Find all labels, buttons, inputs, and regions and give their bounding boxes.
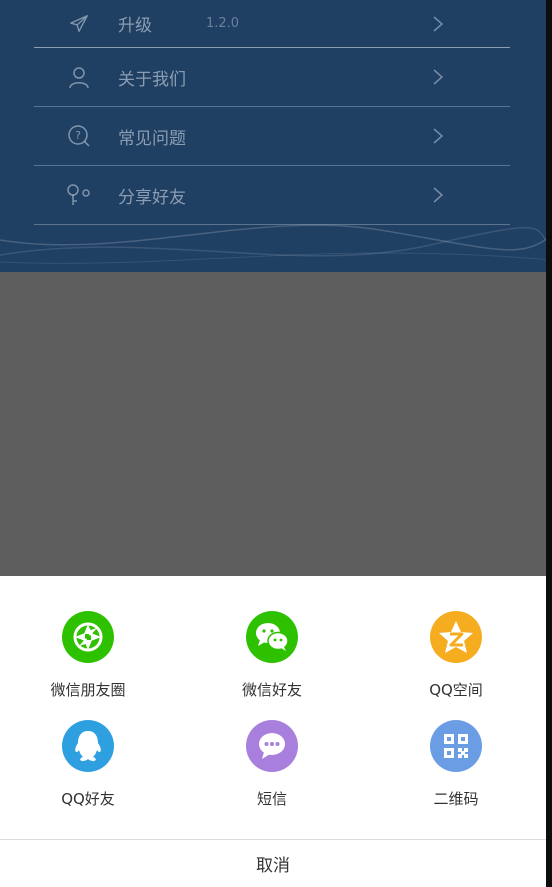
menu-item-about[interactable]: 关于我们 xyxy=(34,48,510,107)
chevron-right-icon xyxy=(433,128,444,144)
menu-item-share[interactable]: 分享好友 xyxy=(34,166,510,225)
cancel-button[interactable]: 取消 xyxy=(0,840,546,887)
question-icon: ? xyxy=(66,123,92,149)
menu-item-faq[interactable]: ? 常见问题 xyxy=(34,107,510,166)
svg-text:?: ? xyxy=(75,129,81,142)
sms-icon xyxy=(246,720,298,772)
share-item-wechat[interactable]: 微信好友 xyxy=(212,611,332,700)
menu-item-label: 分享好友 xyxy=(118,187,186,208)
share-item-label: 短信 xyxy=(256,790,287,808)
share-item-qrcode[interactable]: 二维码 xyxy=(396,720,516,809)
share-item-label: 二维码 xyxy=(433,790,479,808)
settings-menu: 升级 1.2.0 关于我们 ? 常见问题 分享好友 xyxy=(34,0,510,225)
chevron-right-icon xyxy=(433,69,444,85)
share-item-moments[interactable]: 微信朋友圈 xyxy=(28,611,148,700)
qrcode-icon xyxy=(430,720,482,772)
qq-icon xyxy=(62,720,114,772)
share-item-label: QQ好友 xyxy=(61,790,115,808)
share-item-qq[interactable]: QQ好友 xyxy=(28,720,148,809)
dim-overlay[interactable] xyxy=(0,272,552,576)
share-sheet: 微信朋友圈 微信好友 QQ空间 QQ好友 短信 二维码 取消 xyxy=(0,576,546,887)
share-item-sms[interactable]: 短信 xyxy=(212,720,332,809)
chevron-right-icon xyxy=(433,15,444,32)
share-item-label: 微信朋友圈 xyxy=(50,681,126,699)
wechat-moments-icon xyxy=(62,611,114,663)
share-grid: 微信朋友圈 微信好友 QQ空间 QQ好友 短信 二维码 xyxy=(0,576,546,839)
menu-item-upgrade[interactable]: 升级 1.2.0 xyxy=(34,0,510,48)
paper-plane-icon xyxy=(66,11,92,37)
wechat-icon xyxy=(246,611,298,663)
screen-edge xyxy=(546,0,552,887)
menu-item-label: 升级 xyxy=(118,16,152,36)
chevron-right-icon xyxy=(433,187,444,203)
share-item-label: QQ空间 xyxy=(429,681,483,699)
version-text: 1.2.0 xyxy=(206,16,240,31)
qzone-icon xyxy=(430,611,482,663)
menu-item-label: 关于我们 xyxy=(118,69,186,90)
share-item-label: 微信好友 xyxy=(241,681,302,699)
user-icon xyxy=(66,64,92,90)
menu-item-label: 常见问题 xyxy=(118,128,186,149)
settings-panel: 升级 1.2.0 关于我们 ? 常见问题 分享好友 xyxy=(0,0,552,272)
share-icon xyxy=(66,182,92,208)
share-item-qzone[interactable]: QQ空间 xyxy=(396,611,516,700)
